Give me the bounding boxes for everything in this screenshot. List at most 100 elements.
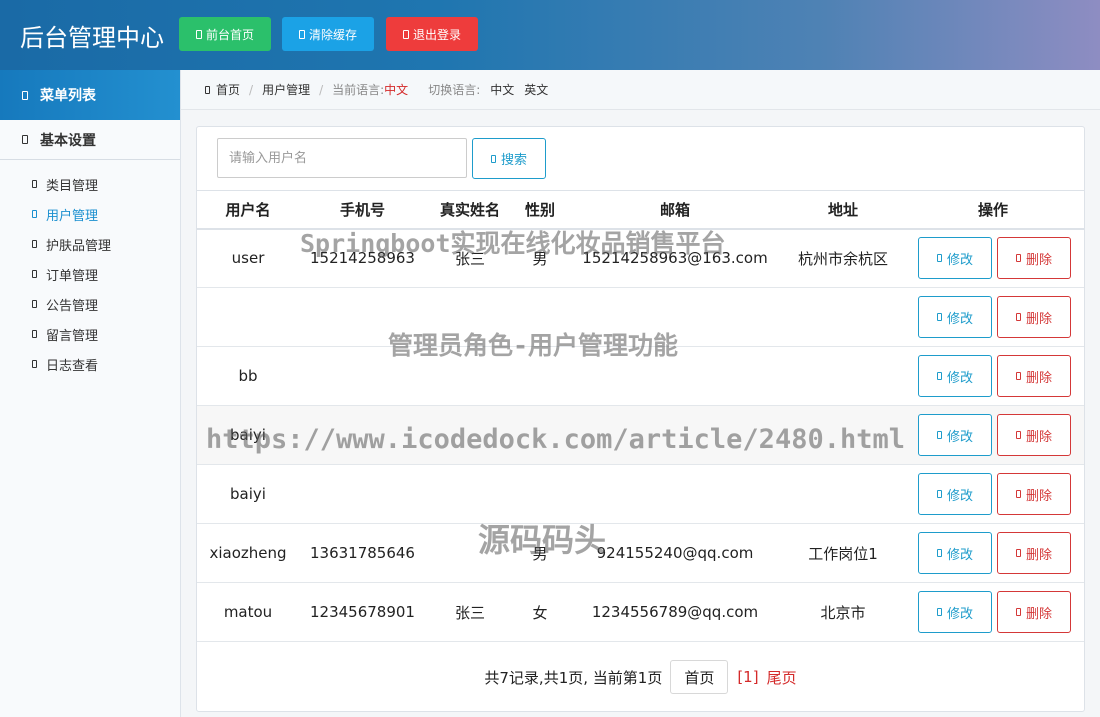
current-page-indicator: [1] — [737, 668, 759, 686]
edit-button[interactable]: 修改 — [918, 473, 992, 515]
power-icon — [402, 29, 409, 39]
edit-icon — [936, 549, 942, 557]
cell-username: baiyi — [197, 464, 299, 524]
cell-email — [566, 346, 784, 406]
delete-button[interactable]: 删除 — [997, 296, 1071, 338]
delete-button-label: 删除 — [1025, 606, 1052, 622]
edit-button[interactable]: 修改 — [918, 296, 992, 338]
edit-icon — [936, 490, 942, 498]
cell-username: bb — [197, 346, 299, 406]
cell-phone — [299, 287, 426, 347]
table-row: baiyi 修改 删除 — [197, 464, 1084, 524]
cell-actions: 修改 删除 — [902, 346, 1084, 406]
edit-button-label: 修改 — [946, 252, 973, 268]
cell-actions: 修改 删除 — [902, 523, 1084, 583]
sidebar-menu-title: 菜单列表 — [40, 88, 96, 104]
cell-address — [784, 287, 902, 347]
last-page-link[interactable]: 尾页 — [767, 667, 797, 688]
delete-button[interactable]: 删除 — [997, 473, 1071, 515]
table-row: 修改 删除 — [197, 287, 1084, 347]
sidebar-item-skincare[interactable]: 护肤品管理 — [0, 229, 180, 259]
sidebar-item-notices[interactable]: 公告管理 — [0, 289, 180, 319]
sidebar-item-category[interactable]: 类目管理 — [0, 169, 180, 199]
cell-realname — [426, 405, 514, 465]
edit-button[interactable]: 修改 — [918, 532, 992, 574]
sidebar-item-label: 类目管理 — [46, 178, 99, 194]
app-title: 后台管理中心 — [20, 24, 164, 52]
column-header-sex: 性别 — [514, 190, 566, 230]
edit-button[interactable]: 修改 — [918, 414, 992, 456]
top-header: 后台管理中心 前台首页 清除缓存 退出登录 — [0, 0, 1100, 70]
trash-icon — [1015, 313, 1021, 321]
cell-realname — [426, 346, 514, 406]
cell-sex: 男 — [514, 523, 566, 583]
edit-icon — [936, 431, 942, 439]
switch-language-en[interactable]: 英文 — [524, 81, 548, 98]
delete-button[interactable]: 删除 — [997, 414, 1071, 456]
home-button-label: 前台首页 — [205, 27, 254, 42]
search-icon — [490, 154, 496, 163]
cell-realname: 张三 — [426, 228, 514, 288]
table-row: matou 12345678901 张三 女 1234556789@qq.com… — [197, 582, 1084, 642]
pagination: 共7记录,共1页, 当前第1页 首页 [1] 尾页 — [197, 660, 1084, 694]
cell-actions: 修改 删除 — [902, 228, 1084, 288]
column-header-username: 用户名 — [197, 190, 299, 230]
logout-button[interactable]: 退出登录 — [386, 17, 478, 51]
sidebar-menu-header: 菜单列表 — [0, 70, 180, 120]
sidebar-item-users[interactable]: 用户管理 — [0, 199, 180, 229]
first-page-button[interactable]: 首页 — [670, 660, 729, 694]
sidebar-item-messages[interactable]: 留言管理 — [0, 319, 180, 349]
column-header-address: 地址 — [784, 190, 902, 230]
delete-button[interactable]: 删除 — [997, 591, 1071, 633]
table-row: bb 修改 删除 — [197, 346, 1084, 406]
edit-button[interactable]: 修改 — [918, 355, 992, 397]
home-button[interactable]: 前台首页 — [179, 17, 271, 51]
cell-sex — [514, 405, 566, 465]
cell-realname — [426, 523, 514, 583]
delete-button[interactable]: 删除 — [997, 355, 1071, 397]
breadcrumb: 首页 / 用户管理 / 当前语言: 中文 切换语言: 中文 英文 — [181, 70, 1100, 110]
delete-button[interactable]: 删除 — [997, 237, 1071, 280]
column-header-email: 邮箱 — [566, 190, 784, 230]
edit-button-label: 修改 — [946, 311, 973, 327]
table-row: baiyi 修改 删除 — [197, 405, 1084, 465]
cell-realname — [426, 287, 514, 347]
sidebar-item-orders[interactable]: 订单管理 — [0, 259, 180, 289]
table-row: xiaozheng 13631785646 男 924155240@qq.com… — [197, 523, 1084, 583]
sidebar-item-logs[interactable]: 日志查看 — [0, 349, 180, 379]
delete-button-label: 删除 — [1025, 252, 1052, 268]
sidebar-item-label: 日志查看 — [46, 358, 99, 374]
username-search-input[interactable] — [217, 138, 467, 178]
cell-sex: 男 — [514, 228, 566, 288]
item-icon — [32, 300, 37, 308]
sidebar-group-basic-settings[interactable]: 基本设置 — [0, 120, 180, 160]
search-button[interactable]: 搜索 — [472, 138, 546, 179]
cell-phone — [299, 464, 426, 524]
trash-icon — [1015, 372, 1021, 380]
item-icon — [32, 360, 37, 368]
edit-button[interactable]: 修改 — [918, 591, 992, 633]
delete-button[interactable]: 删除 — [997, 532, 1071, 574]
cell-address: 北京市 — [784, 582, 902, 642]
breadcrumb-home[interactable]: 首页 — [216, 81, 240, 98]
clear-cache-button[interactable]: 清除缓存 — [282, 17, 374, 51]
item-icon — [32, 210, 37, 218]
trash-icon — [1015, 254, 1021, 263]
sidebar-item-label: 订单管理 — [46, 268, 99, 284]
cell-sex — [514, 346, 566, 406]
trash-icon — [1015, 608, 1021, 616]
edit-button-label: 修改 — [946, 429, 973, 445]
edit-icon — [936, 608, 942, 616]
sidebar: 菜单列表 基本设置 类目管理 用户管理 护肤品管理 订单管理 公告管理 留言管理 — [0, 70, 181, 717]
table-header-row: 用户名 手机号 真实姓名 性别 邮箱 地址 操作 — [197, 190, 1084, 230]
user-table: 用户名 手机号 真实姓名 性别 邮箱 地址 操作 user 1521425896… — [197, 190, 1084, 642]
cell-actions: 修改 删除 — [902, 405, 1084, 465]
column-header-actions: 操作 — [902, 190, 1084, 230]
cell-email — [566, 464, 784, 524]
item-icon — [32, 330, 37, 338]
switch-language-zh[interactable]: 中文 — [490, 81, 514, 98]
item-icon — [32, 180, 37, 188]
breadcrumb-current[interactable]: 用户管理 — [262, 81, 310, 98]
edit-icon — [936, 254, 942, 263]
edit-button[interactable]: 修改 — [918, 237, 992, 280]
